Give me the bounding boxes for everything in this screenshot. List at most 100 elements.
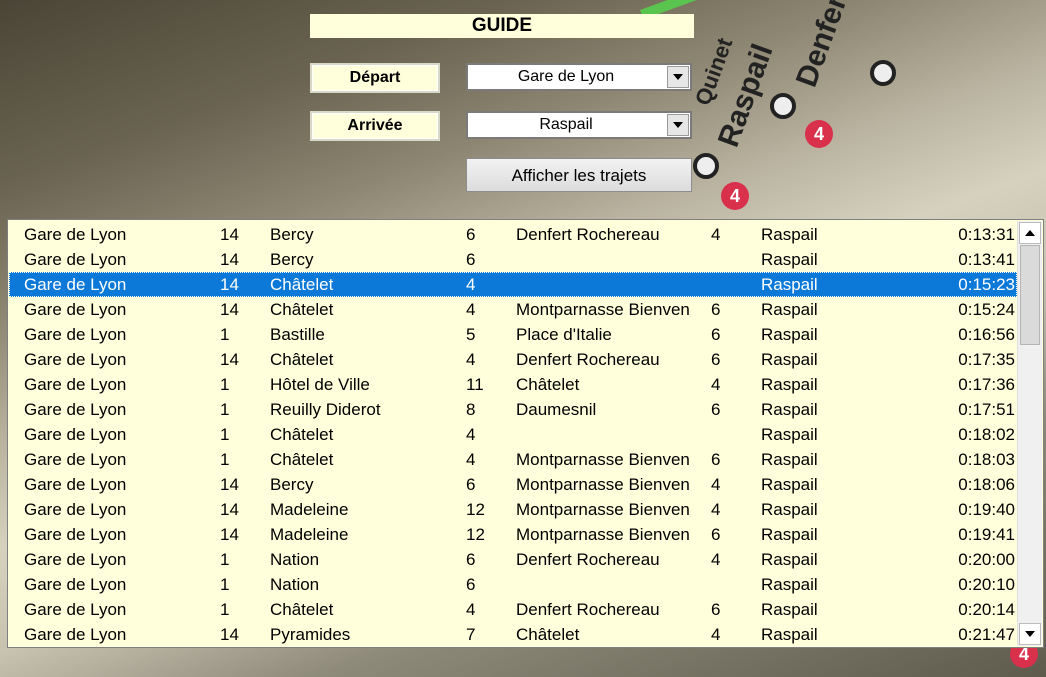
map-label-denfert: Denfert <box>790 0 857 92</box>
cell-ligne-3: 6 <box>711 450 721 469</box>
cell-ligne-2: 6 <box>466 225 476 244</box>
list-item[interactable]: Gare de Lyon 14 Châtelet 4 Denfert Rochereau… <box>9 347 1017 372</box>
cell-duree: 0:18:06 <box>958 475 1015 494</box>
cell-arrivee: Raspail <box>761 600 818 619</box>
cell-depart: Gare de Lyon <box>24 400 127 419</box>
cell-arrivee: Raspail <box>761 350 818 369</box>
cell-correspondance-2: Denfert Rochereau <box>516 600 660 619</box>
cell-ligne-1: 14 <box>220 225 239 244</box>
list-item[interactable]: Gare de Lyon 14 Bercy 6 Denfert Rochereau 4 Ra… <box>9 222 1017 247</box>
list-item[interactable]: Gare de Lyon 14 Madeleine 12 Montparnasse Bi… <box>9 497 1017 522</box>
cell-ligne-1: 1 <box>220 600 230 619</box>
metro-line-green <box>640 0 1046 20</box>
cell-arrivee: Raspail <box>761 375 818 394</box>
vertical-scrollbar[interactable] <box>1017 221 1042 646</box>
cell-correspondance-2: Denfert Rochereau <box>516 350 660 369</box>
arrow-up-icon <box>1025 230 1035 236</box>
list-item[interactable]: Gare de Lyon 14 Bercy 6 Raspail 0:13:41 <box>9 247 1017 272</box>
cell-ligne-2: 6 <box>466 550 476 569</box>
scroll-up-button[interactable] <box>1019 222 1041 244</box>
cell-ligne-2: 8 <box>466 400 476 419</box>
cell-ligne-2: 6 <box>466 575 476 594</box>
cell-ligne-3: 6 <box>711 350 721 369</box>
list-item[interactable]: Gare de Lyon 14 Bercy 6 Montparnasse Bienven… <box>9 472 1017 497</box>
list-item[interactable]: Gare de Lyon 14 Châtelet 4 Montparnasse Bien… <box>9 297 1017 322</box>
chevron-down-icon <box>673 122 683 128</box>
list-item[interactable]: Gare de Lyon 1 Châtelet 4 Denfert Rochereau 6… <box>9 597 1017 622</box>
list-item[interactable]: Gare de Lyon 1 Nation 6 Denfert Rochereau 4 Ra… <box>9 547 1017 572</box>
cell-duree: 0:17:36 <box>958 375 1015 394</box>
cell-ligne-2: 6 <box>466 250 476 269</box>
cell-correspondance-2: Montparnasse Bienven <box>516 475 690 494</box>
cell-ligne-1: 14 <box>220 350 239 369</box>
cell-ligne-2: 5 <box>466 325 476 344</box>
cell-ligne-1: 1 <box>220 575 230 594</box>
cell-ligne-1: 14 <box>220 525 239 544</box>
cell-correspondance-1: Châtelet <box>270 300 334 319</box>
cell-duree: 0:20:14 <box>958 600 1015 619</box>
cell-correspondance-1: Châtelet <box>270 275 334 294</box>
trajets-list-body: Gare de Lyon 14 Bercy 6 Denfert Rochereau 4 Ra… <box>9 222 1017 647</box>
cell-depart: Gare de Lyon <box>24 350 127 369</box>
list-item[interactable]: Gare de Lyon 1 Reuilly Diderot 8 Daumesnil 6 R… <box>9 397 1017 422</box>
cell-correspondance-1: Châtelet <box>270 350 334 369</box>
depart-select[interactable]: Gare de Lyon <box>466 63 692 91</box>
cell-correspondance-1: Bercy <box>270 475 314 494</box>
cell-correspondance-2: Montparnasse Bienven <box>516 300 690 319</box>
cell-arrivee: Raspail <box>761 575 818 594</box>
cell-ligne-1: 14 <box>220 500 239 519</box>
cell-depart: Gare de Lyon <box>24 250 127 269</box>
arrivee-select[interactable]: Raspail <box>466 111 692 139</box>
arrivee-dropdown-button[interactable] <box>667 114 689 136</box>
cell-ligne-1: 14 <box>220 300 239 319</box>
cell-duree: 0:15:23 <box>958 275 1015 294</box>
afficher-trajets-button[interactable]: Afficher les trajets <box>466 158 692 192</box>
list-item[interactable]: Gare de Lyon 14 Pyramides 7 Châtelet 4 Raspail… <box>9 622 1017 647</box>
cell-arrivee: Raspail <box>761 275 818 294</box>
scroll-down-button[interactable] <box>1019 623 1041 645</box>
cell-depart: Gare de Lyon <box>24 600 127 619</box>
list-item[interactable]: Gare de Lyon 1 Nation 6 Raspail 0:20:10 <box>9 572 1017 597</box>
cell-ligne-1: 1 <box>220 450 230 469</box>
cell-arrivee: Raspail <box>761 425 818 444</box>
cell-ligne-1: 1 <box>220 325 230 344</box>
trajets-list[interactable]: Gare de Lyon 14 Bercy 6 Denfert Rochereau 4 Ra… <box>7 219 1044 648</box>
map-label-quinet: Quinet <box>690 34 738 109</box>
cell-depart: Gare de Lyon <box>24 375 127 394</box>
cell-duree: 0:21:47 <box>958 625 1015 644</box>
cell-ligne-1: 1 <box>220 400 230 419</box>
cell-ligne-2: 6 <box>466 475 476 494</box>
cell-correspondance-1: Bercy <box>270 250 314 269</box>
list-item[interactable]: Gare de Lyon 14 Madeleine 12 Montparnasse Bi… <box>9 522 1017 547</box>
scroll-thumb[interactable] <box>1020 245 1040 345</box>
cell-duree: 0:18:03 <box>958 450 1015 469</box>
station-marker <box>770 93 796 119</box>
cell-correspondance-1: Châtelet <box>270 600 334 619</box>
cell-correspondance-2: Denfert Rochereau <box>516 225 660 244</box>
cell-depart: Gare de Lyon <box>24 275 127 294</box>
cell-depart: Gare de Lyon <box>24 525 127 544</box>
cell-ligne-2: 7 <box>466 625 476 644</box>
cell-correspondance-2: Montparnasse Bienven <box>516 525 690 544</box>
cell-duree: 0:15:24 <box>958 300 1015 319</box>
cell-correspondance-1: Reuilly Diderot <box>270 400 381 419</box>
cell-correspondance-1: Madeleine <box>270 525 349 544</box>
cell-depart: Gare de Lyon <box>24 575 127 594</box>
depart-dropdown-button[interactable] <box>667 66 689 88</box>
cell-depart: Gare de Lyon <box>24 425 127 444</box>
cell-correspondance-1: Nation <box>270 575 320 594</box>
cell-arrivee: Raspail <box>761 450 818 469</box>
cell-correspondance-2: Châtelet <box>516 625 580 644</box>
cell-ligne-3: 4 <box>711 550 721 569</box>
list-item[interactable]: Gare de Lyon 1 Hôtel de Ville 11 Châtelet 4 Ra… <box>9 372 1017 397</box>
cell-ligne-3: 4 <box>711 375 721 394</box>
cell-depart: Gare de Lyon <box>24 475 127 494</box>
station-marker <box>870 60 896 86</box>
arrivee-select-value: Raspail <box>539 116 593 133</box>
list-item[interactable]: Gare de Lyon 1 Châtelet 4 Montparnasse Bienv… <box>9 447 1017 472</box>
list-item[interactable]: Gare de Lyon 14 Châtelet 4 Raspail 0:15:23 <box>9 272 1017 297</box>
cell-correspondance-2: Montparnasse Bienven <box>516 450 690 469</box>
list-item[interactable]: Gare de Lyon 1 Châtelet 4 Raspail 0:18:02 <box>9 422 1017 447</box>
cell-ligne-2: 4 <box>466 275 476 294</box>
list-item[interactable]: Gare de Lyon 1 Bastille 5 Place d'Italie 6 Ras… <box>9 322 1017 347</box>
